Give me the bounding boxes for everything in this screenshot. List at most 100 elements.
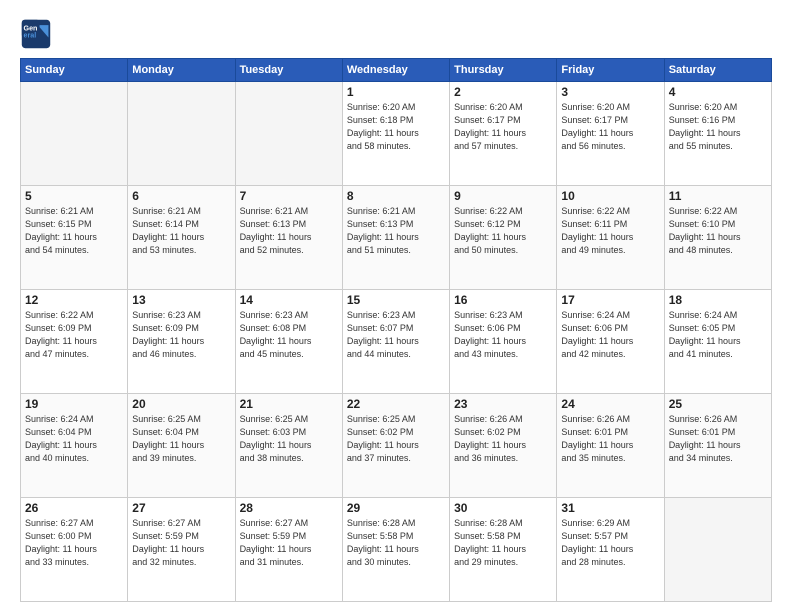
day-info: Sunrise: 6:22 AM Sunset: 6:12 PM Dayligh…	[454, 205, 552, 257]
day-number: 22	[347, 397, 445, 411]
day-info: Sunrise: 6:28 AM Sunset: 5:58 PM Dayligh…	[347, 517, 445, 569]
week-row-4: 19 Sunrise: 6:24 AM Sunset: 6:04 PM Dayli…	[21, 394, 772, 498]
day-info: Sunrise: 6:25 AM Sunset: 6:04 PM Dayligh…	[132, 413, 230, 465]
week-row-3: 12Sunrise: 6:22 AM Sunset: 6:09 PM Dayli…	[21, 290, 772, 394]
day-number: 27	[132, 501, 230, 515]
day-info: Sunrise: 6:23 AM Sunset: 6:06 PM Dayligh…	[454, 309, 552, 361]
day-number: 6	[132, 189, 230, 203]
day-info: Sunrise: 6:23 AM Sunset: 6:08 PM Dayligh…	[240, 309, 338, 361]
day-number: 30	[454, 501, 552, 515]
day-info: Sunrise: 6:24 AM Sunset: 6:05 PM Dayligh…	[669, 309, 767, 361]
day-cell: 6 Sunrise: 6:21 AM Sunset: 6:14 PM Daylig…	[128, 186, 235, 290]
day-cell: 8Sunrise: 6:21 AM Sunset: 6:13 PM Daylig…	[342, 186, 449, 290]
day-number: 10	[561, 189, 659, 203]
day-cell: 2 Sunrise: 6:20 AM Sunset: 6:17 PM Daylig…	[450, 82, 557, 186]
day-number: 15	[347, 293, 445, 307]
day-info: Sunrise: 6:24 AM Sunset: 6:06 PM Dayligh…	[561, 309, 659, 361]
week-row-1: 1 Sunrise: 6:20 AM Sunset: 6:18 PM Daylig…	[21, 82, 772, 186]
day-cell: 24 Sunrise: 6:26 AM Sunset: 6:01 PM Dayli…	[557, 394, 664, 498]
day-cell	[21, 82, 128, 186]
day-cell: 12Sunrise: 6:22 AM Sunset: 6:09 PM Dayli…	[21, 290, 128, 394]
day-number: 8	[347, 189, 445, 203]
day-number: 25	[669, 397, 767, 411]
day-cell: 28 Sunrise: 6:27 AM Sunset: 5:59 PM Dayli…	[235, 498, 342, 602]
day-info: Sunrise: 6:26 AM Sunset: 6:02 PM Dayligh…	[454, 413, 552, 465]
day-number: 19	[25, 397, 123, 411]
day-number: 7	[240, 189, 338, 203]
day-number: 20	[132, 397, 230, 411]
day-cell: 3Sunrise: 6:20 AM Sunset: 6:17 PM Daylig…	[557, 82, 664, 186]
day-cell: 25 Sunrise: 6:26 AM Sunset: 6:01 PM Dayli…	[664, 394, 771, 498]
day-cell	[664, 498, 771, 602]
day-cell: 11 Sunrise: 6:22 AM Sunset: 6:10 PM Dayli…	[664, 186, 771, 290]
day-info: Sunrise: 6:25 AM Sunset: 6:03 PM Dayligh…	[240, 413, 338, 465]
day-info: Sunrise: 6:20 AM Sunset: 6:18 PM Dayligh…	[347, 101, 445, 153]
day-number: 5	[25, 189, 123, 203]
day-number: 1	[347, 85, 445, 99]
calendar-table: SundayMondayTuesdayWednesdayThursdayFrid…	[20, 58, 772, 602]
day-cell: 4 Sunrise: 6:20 AM Sunset: 6:16 PM Daylig…	[664, 82, 771, 186]
day-info: Sunrise: 6:27 AM Sunset: 6:00 PM Dayligh…	[25, 517, 123, 569]
day-number: 3	[561, 85, 659, 99]
day-info: Sunrise: 6:29 AM Sunset: 5:57 PM Dayligh…	[561, 517, 659, 569]
day-number: 17	[561, 293, 659, 307]
day-cell: 10 Sunrise: 6:22 AM Sunset: 6:11 PM Dayli…	[557, 186, 664, 290]
day-number: 4	[669, 85, 767, 99]
week-row-5: 26Sunrise: 6:27 AM Sunset: 6:00 PM Dayli…	[21, 498, 772, 602]
day-cell	[128, 82, 235, 186]
day-info: Sunrise: 6:22 AM Sunset: 6:11 PM Dayligh…	[561, 205, 659, 257]
day-info: Sunrise: 6:24 AM Sunset: 6:04 PM Dayligh…	[25, 413, 123, 465]
day-number: 21	[240, 397, 338, 411]
weekday-header-monday: Monday	[128, 59, 235, 82]
day-cell: 9 Sunrise: 6:22 AM Sunset: 6:12 PM Daylig…	[450, 186, 557, 290]
day-cell: 26Sunrise: 6:27 AM Sunset: 6:00 PM Dayli…	[21, 498, 128, 602]
day-info: Sunrise: 6:27 AM Sunset: 5:59 PM Dayligh…	[240, 517, 338, 569]
day-number: 9	[454, 189, 552, 203]
day-cell: 22 Sunrise: 6:25 AM Sunset: 6:02 PM Dayli…	[342, 394, 449, 498]
svg-text:eral: eral	[24, 32, 37, 40]
day-cell: 29 Sunrise: 6:28 AM Sunset: 5:58 PM Dayli…	[342, 498, 449, 602]
day-number: 31	[561, 501, 659, 515]
day-info: Sunrise: 6:21 AM Sunset: 6:13 PM Dayligh…	[240, 205, 338, 257]
weekday-header-friday: Friday	[557, 59, 664, 82]
day-number: 24	[561, 397, 659, 411]
day-info: Sunrise: 6:21 AM Sunset: 6:14 PM Dayligh…	[132, 205, 230, 257]
day-info: Sunrise: 6:23 AM Sunset: 6:07 PM Dayligh…	[347, 309, 445, 361]
day-cell: 19 Sunrise: 6:24 AM Sunset: 6:04 PM Dayli…	[21, 394, 128, 498]
weekday-header-row: SundayMondayTuesdayWednesdayThursdayFrid…	[21, 59, 772, 82]
day-info: Sunrise: 6:22 AM Sunset: 6:10 PM Dayligh…	[669, 205, 767, 257]
day-cell: 13 Sunrise: 6:23 AM Sunset: 6:09 PM Dayli…	[128, 290, 235, 394]
day-cell: 18 Sunrise: 6:24 AM Sunset: 6:05 PM Dayli…	[664, 290, 771, 394]
day-number: 11	[669, 189, 767, 203]
day-cell: 17 Sunrise: 6:24 AM Sunset: 6:06 PM Dayli…	[557, 290, 664, 394]
day-info: Sunrise: 6:28 AM Sunset: 5:58 PM Dayligh…	[454, 517, 552, 569]
day-cell: 14 Sunrise: 6:23 AM Sunset: 6:08 PM Dayli…	[235, 290, 342, 394]
day-number: 18	[669, 293, 767, 307]
weekday-header-saturday: Saturday	[664, 59, 771, 82]
day-number: 2	[454, 85, 552, 99]
day-cell: 30 Sunrise: 6:28 AM Sunset: 5:58 PM Dayli…	[450, 498, 557, 602]
day-number: 13	[132, 293, 230, 307]
day-cell: 21 Sunrise: 6:25 AM Sunset: 6:03 PM Dayli…	[235, 394, 342, 498]
day-info: Sunrise: 6:25 AM Sunset: 6:02 PM Dayligh…	[347, 413, 445, 465]
day-number: 14	[240, 293, 338, 307]
day-cell: 20 Sunrise: 6:25 AM Sunset: 6:04 PM Dayli…	[128, 394, 235, 498]
day-cell: 5 Sunrise: 6:21 AM Sunset: 6:15 PM Daylig…	[21, 186, 128, 290]
day-info: Sunrise: 6:23 AM Sunset: 6:09 PM Dayligh…	[132, 309, 230, 361]
logo-icon: Gen eral	[20, 18, 52, 50]
weekday-header-thursday: Thursday	[450, 59, 557, 82]
day-cell: 27Sunrise: 6:27 AM Sunset: 5:59 PM Dayli…	[128, 498, 235, 602]
day-cell: 1 Sunrise: 6:20 AM Sunset: 6:18 PM Daylig…	[342, 82, 449, 186]
day-info: Sunrise: 6:20 AM Sunset: 6:16 PM Dayligh…	[669, 101, 767, 153]
day-info: Sunrise: 6:20 AM Sunset: 6:17 PM Dayligh…	[454, 101, 552, 153]
day-number: 29	[347, 501, 445, 515]
day-cell	[235, 82, 342, 186]
day-info: Sunrise: 6:26 AM Sunset: 6:01 PM Dayligh…	[561, 413, 659, 465]
weekday-header-wednesday: Wednesday	[342, 59, 449, 82]
day-info: Sunrise: 6:26 AM Sunset: 6:01 PM Dayligh…	[669, 413, 767, 465]
day-number: 28	[240, 501, 338, 515]
day-number: 16	[454, 293, 552, 307]
day-info: Sunrise: 6:21 AM Sunset: 6:15 PM Dayligh…	[25, 205, 123, 257]
day-cell: 16 Sunrise: 6:23 AM Sunset: 6:06 PM Dayli…	[450, 290, 557, 394]
day-cell: 23Sunrise: 6:26 AM Sunset: 6:02 PM Dayli…	[450, 394, 557, 498]
